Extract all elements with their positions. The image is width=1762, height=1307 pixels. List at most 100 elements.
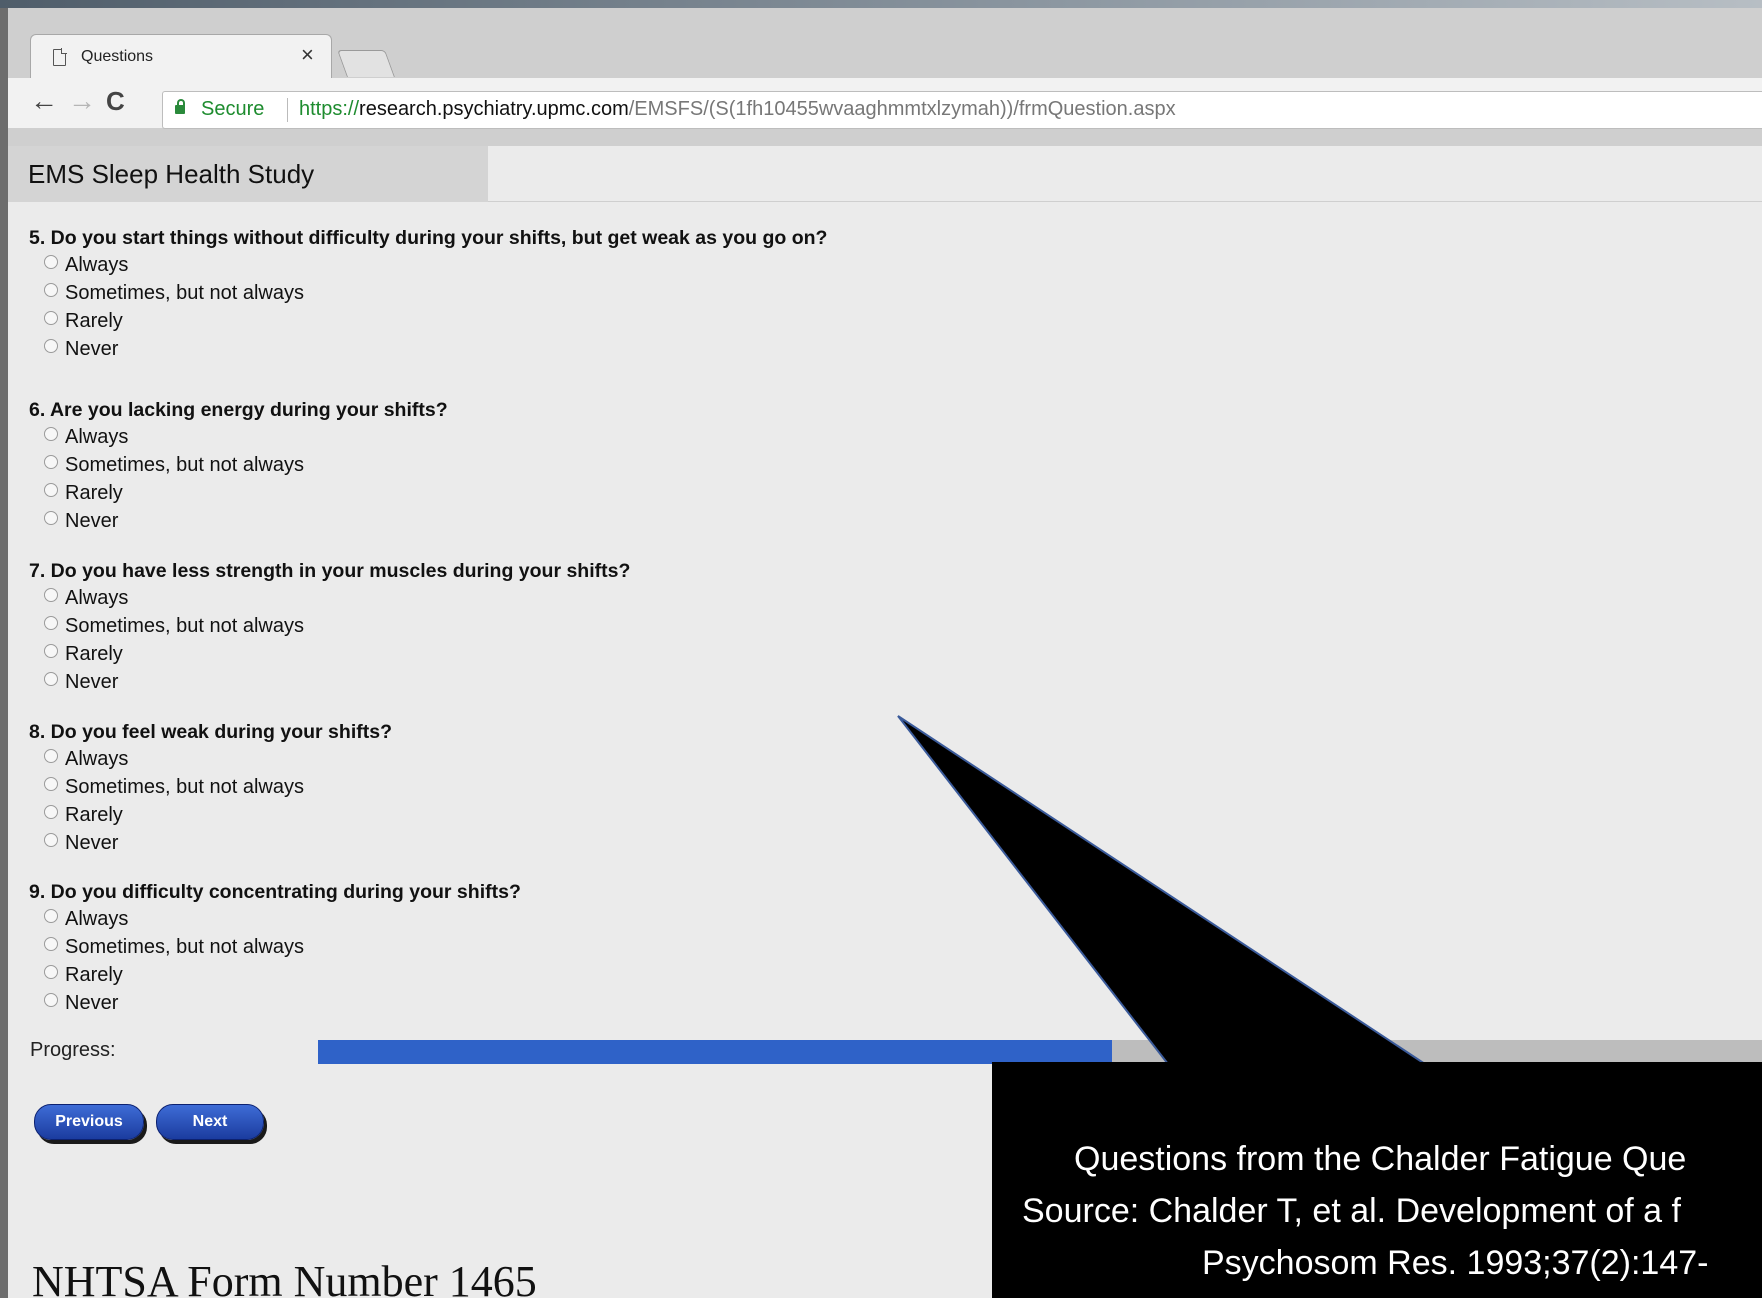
progress-fill <box>318 1040 1113 1064</box>
option-always[interactable]: Always <box>29 745 1029 773</box>
callout-line-1: Questions from the Chalder Fatigue Que <box>1074 1140 1687 1178</box>
callout-line-2: Source: Chalder T, et al. Development of… <box>1022 1192 1681 1230</box>
url-text: https://research.psychiatry.upmc.com/EMS… <box>299 98 1176 121</box>
option-sometimes[interactable]: Sometimes, but not always <box>29 612 1029 640</box>
option-sometimes[interactable]: Sometimes, but not always <box>29 279 1029 307</box>
option-label: Sometimes, but not always <box>65 936 304 958</box>
option-rarely[interactable]: Rarely <box>29 640 1029 668</box>
option-never[interactable]: Never <box>29 829 1029 857</box>
option-label: Always <box>65 908 129 930</box>
radio-button[interactable] <box>44 255 58 269</box>
option-sometimes[interactable]: Sometimes, but not always <box>29 933 1029 961</box>
option-never[interactable]: Never <box>29 668 1029 696</box>
option-rarely[interactable]: Rarely <box>29 801 1029 829</box>
option-always[interactable]: Always <box>29 584 1029 612</box>
radio-button[interactable] <box>44 833 58 847</box>
reload-icon[interactable]: C <box>106 86 125 116</box>
option-label: Always <box>65 426 129 448</box>
option-label: Never <box>65 671 119 693</box>
form-number-text: NHTSA Form Number 1465 <box>32 1257 537 1306</box>
radio-button[interactable] <box>44 339 58 353</box>
option-never[interactable]: Never <box>29 335 1029 363</box>
question-text: 7. Do you have less strength in your mus… <box>29 560 631 582</box>
radio-button[interactable] <box>44 777 58 791</box>
page-title: EMS Sleep Health Study <box>28 159 315 189</box>
option-label: Always <box>65 254 129 276</box>
url-path: /EMSFS/(S(1fh10455wvaaghmmtxlzymah))/frm… <box>628 98 1176 120</box>
option-rarely[interactable]: Rarely <box>29 961 1029 989</box>
option-rarely[interactable]: Rarely <box>29 479 1029 507</box>
question-text: 6. Are you lacking energy during your sh… <box>29 399 448 421</box>
radio-button[interactable] <box>44 749 58 763</box>
option-label: Rarely <box>65 804 123 826</box>
question-8: 8. Do you feel weak during your shifts? … <box>29 719 1029 857</box>
new-tab-button[interactable] <box>337 50 395 77</box>
radio-button[interactable] <box>44 965 58 979</box>
radio-button[interactable] <box>44 283 58 297</box>
browser-tab[interactable]: Questions × <box>30 34 332 79</box>
window-frame-top <box>0 0 1762 8</box>
window-frame-left <box>0 8 8 1298</box>
question-text: 9. Do you difficulty concentrating durin… <box>29 881 521 903</box>
option-sometimes[interactable]: Sometimes, but not always <box>29 773 1029 801</box>
option-label: Sometimes, but not always <box>65 454 304 476</box>
option-label: Always <box>65 587 129 609</box>
option-label: Always <box>65 748 129 770</box>
option-label: Rarely <box>65 964 123 986</box>
radio-button[interactable] <box>44 672 58 686</box>
address-bar[interactable]: Secure https://research.psychiatry.upmc.… <box>162 91 1762 129</box>
radio-button[interactable] <box>44 511 58 525</box>
radio-button[interactable] <box>44 427 58 441</box>
option-always[interactable]: Always <box>29 423 1029 451</box>
option-label: Never <box>65 992 119 1014</box>
progress-label: Progress: <box>30 1039 116 1061</box>
radio-button[interactable] <box>44 311 58 325</box>
option-sometimes[interactable]: Sometimes, but not always <box>29 451 1029 479</box>
question-text: 5. Do you start things without difficult… <box>29 227 828 249</box>
address-divider <box>287 98 288 122</box>
radio-button[interactable] <box>44 483 58 497</box>
url-protocol: https:// <box>299 98 360 120</box>
back-arrow-icon[interactable]: ← <box>30 86 58 116</box>
question-7: 7. Do you have less strength in your mus… <box>29 558 1029 696</box>
lock-icon <box>175 99 185 114</box>
document-icon <box>53 48 67 66</box>
option-rarely[interactable]: Rarely <box>29 307 1029 335</box>
next-button[interactable]: Next <box>156 1104 264 1140</box>
question-6: 6. Are you lacking energy during your sh… <box>29 397 1029 535</box>
header-divider <box>488 201 1762 202</box>
progress-bar <box>318 1040 1762 1064</box>
forward-arrow-icon[interactable]: → <box>68 86 96 116</box>
radio-button[interactable] <box>44 909 58 923</box>
secure-label: Secure <box>201 98 265 120</box>
callout-line-3: Psychosom Res. 1993;37(2):147- <box>1202 1244 1709 1282</box>
radio-button[interactable] <box>44 937 58 951</box>
radio-button[interactable] <box>44 588 58 602</box>
question-5: 5. Do you start things without difficult… <box>29 225 1029 363</box>
radio-button[interactable] <box>44 616 58 630</box>
study-header: EMS Sleep Health Study <box>8 146 488 202</box>
previous-button[interactable]: Previous <box>34 1104 144 1140</box>
callout-box: Questions from the Chalder Fatigue Que S… <box>992 1062 1762 1298</box>
option-label: Never <box>65 832 119 854</box>
question-text: 8. Do you feel weak during your shifts? <box>29 721 392 743</box>
close-icon[interactable]: × <box>301 44 314 66</box>
radio-button[interactable] <box>44 455 58 469</box>
option-label: Never <box>65 338 119 360</box>
option-label: Rarely <box>65 643 123 665</box>
radio-button[interactable] <box>44 644 58 658</box>
option-always[interactable]: Always <box>29 905 1029 933</box>
tab-title: Questions <box>81 48 154 65</box>
option-always[interactable]: Always <box>29 251 1029 279</box>
question-9: 9. Do you difficulty concentrating durin… <box>29 879 1029 1017</box>
url-host: research.psychiatry.upmc.com <box>359 98 629 120</box>
radio-button[interactable] <box>44 993 58 1007</box>
radio-button[interactable] <box>44 805 58 819</box>
option-label: Sometimes, but not always <box>65 615 304 637</box>
option-never[interactable]: Never <box>29 507 1029 535</box>
option-label: Rarely <box>65 310 123 332</box>
option-label: Sometimes, but not always <box>65 776 304 798</box>
option-label: Rarely <box>65 482 123 504</box>
option-label: Sometimes, but not always <box>65 282 304 304</box>
option-never[interactable]: Never <box>29 989 1029 1017</box>
